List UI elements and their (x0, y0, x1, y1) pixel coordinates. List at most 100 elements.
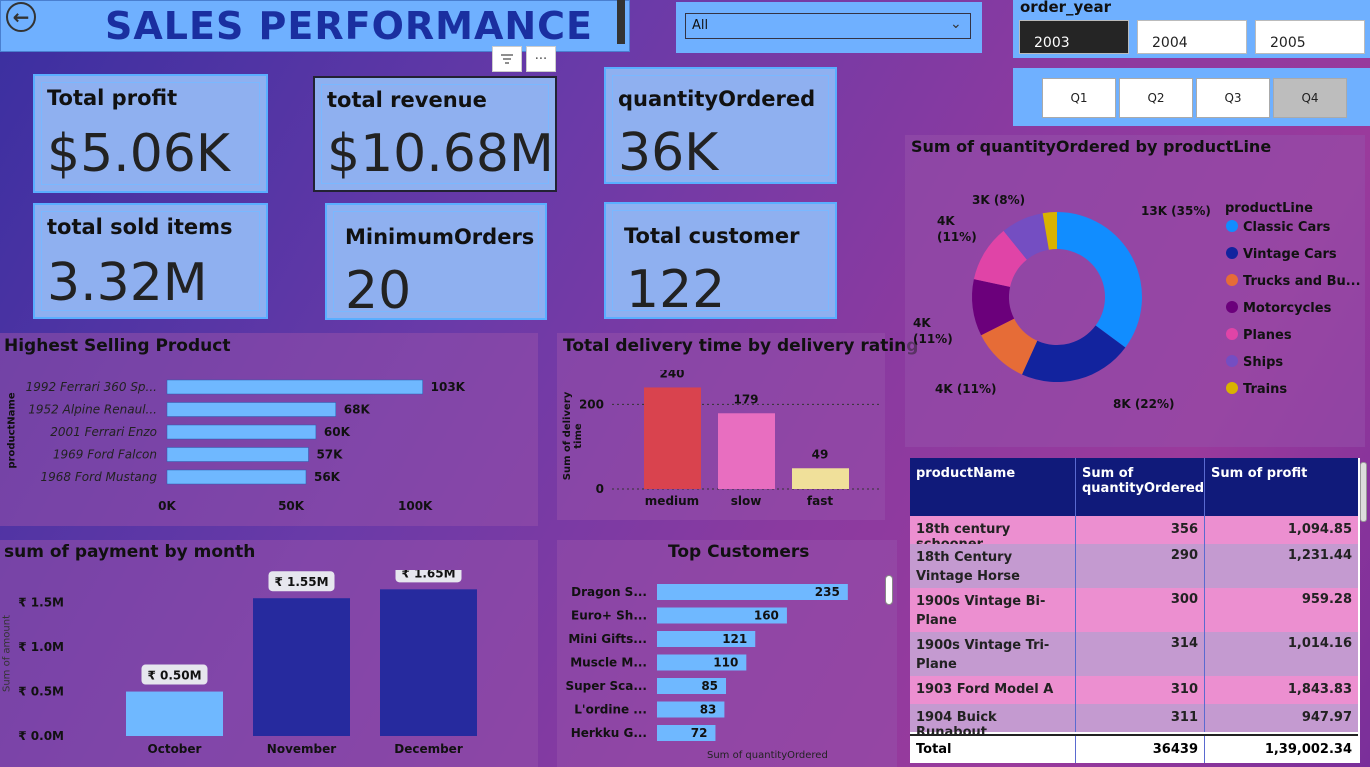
kpi-card-total-profit[interactable]: Total profit $5.06K (33, 74, 268, 193)
data-label: 83 (700, 703, 717, 717)
kpi-label: quantityOrdered (618, 87, 816, 111)
category-label: Muscle M... (570, 656, 647, 670)
category-label: December (394, 742, 463, 756)
quarter-option-q1[interactable]: Q1 (1042, 78, 1116, 118)
data-label: 103K (431, 380, 466, 394)
kpi-label: Total customer (624, 224, 800, 248)
cell-product: 18th Century Vintage Horse Carriage (910, 544, 1076, 603)
cell-product: 1900s Vintage Bi-Plane (910, 588, 1076, 632)
tick-label: 200 (580, 397, 604, 411)
category-label: Euro+ Sh... (571, 609, 647, 623)
product-table[interactable]: productName Sum of quantityOrdered Sum o… (910, 458, 1360, 763)
table-row[interactable]: 1900s Vintage Tri-Plane 314 1,014.16 (910, 632, 1358, 676)
bar (166, 424, 317, 440)
bar (166, 469, 307, 485)
cell-profit: 947.97 (1301, 710, 1352, 725)
data-label: ₹ 1.65M (401, 570, 455, 580)
category-label: L'ordine ... (574, 703, 647, 717)
kpi-label: total revenue (327, 88, 487, 112)
year-option-2003[interactable]: 2003 (1019, 20, 1129, 54)
tick-label: 0K (158, 499, 176, 513)
cell-quantity: 310 (1076, 676, 1205, 704)
cell-quantity: 314 (1076, 632, 1205, 676)
cell-profit: 1,843.83 (1287, 682, 1352, 697)
kpi-card-total-sold-items[interactable]: total sold items 3.32M (33, 203, 268, 319)
data-label: 110 (713, 656, 738, 670)
legend-item: Planes (1243, 328, 1292, 343)
table-row[interactable]: 1900s Vintage Bi-Plane 300 959.28 (910, 588, 1358, 632)
bar (166, 447, 309, 462)
chart-title: Total delivery time by delivery rating (563, 336, 919, 356)
bar (644, 387, 701, 489)
category-label: Super Sca... (565, 679, 647, 693)
column-header[interactable]: productName (910, 458, 1076, 516)
legend-item: Vintage Cars (1243, 247, 1337, 262)
dropdown-value: All (692, 18, 709, 33)
data-label: 179 (733, 392, 758, 406)
tick-label: 50K (278, 499, 305, 513)
chevron-down-icon[interactable]: ⌄ (950, 16, 962, 32)
legend-marker (1226, 328, 1238, 340)
bar (166, 379, 423, 395)
data-label: 57K (316, 448, 343, 462)
year-option-2005[interactable]: 2005 (1255, 20, 1365, 54)
cell-product: 18th century schooner (910, 516, 1076, 552)
quarter-option-q3[interactable]: Q3 (1196, 78, 1270, 118)
year-option-2004[interactable]: 2004 (1137, 20, 1247, 54)
legend-item: Ships (1243, 355, 1283, 370)
slice-label: 4K (11%) (935, 382, 997, 396)
quarter-option-q2[interactable]: Q2 (1119, 78, 1193, 118)
kpi-label: total sold items (47, 215, 233, 239)
legend-marker (1226, 247, 1238, 259)
payment-by-month-chart: ₹ 0.0M ₹ 0.5M ₹ 1.0M ₹ 1.5M ₹ 0.50M October ₹ … (18, 570, 477, 756)
kpi-card-total-customer[interactable]: Total customer 122 (604, 202, 837, 320)
bar (718, 413, 775, 489)
tick-label: ₹ 1.5M (18, 596, 64, 610)
column-header[interactable]: Sum of profit (1205, 458, 1358, 516)
kpi-card-minimum-orders[interactable]: MinimumOrders 20 (325, 203, 547, 321)
category-label: 2001 Ferrari Enzo (50, 425, 157, 439)
filter-dropdown[interactable]: All (685, 13, 971, 39)
cell-profit: 1,014.16 (1287, 636, 1352, 651)
bar (792, 468, 849, 489)
more-options-icon[interactable]: ··· (526, 46, 556, 72)
kpi-value: 20 (345, 261, 412, 321)
kpi-label: Total profit (47, 86, 178, 110)
table-row[interactable]: 1904 Buick Runabout 311 947.97 (910, 704, 1358, 740)
bar (380, 589, 477, 736)
table-scrollbar[interactable] (1360, 462, 1367, 522)
kpi-card-quantity-ordered[interactable]: quantityOrdered 36K (604, 67, 837, 184)
data-label: 85 (701, 679, 718, 693)
bar (166, 402, 337, 417)
data-label: 68K (344, 403, 371, 417)
table-row[interactable]: 18th century schooner 356 1,094.85 (910, 516, 1358, 552)
category-label: fast (807, 494, 833, 508)
kpi-card-total-revenue[interactable]: total revenue $10.68M (313, 76, 557, 192)
quarter-option-q4[interactable]: Q4 (1273, 78, 1347, 118)
data-label: 121 (722, 632, 747, 646)
data-label: 56K (314, 470, 341, 484)
cell-quantity: 290 (1076, 544, 1205, 588)
tick-label: ₹ 0.0M (18, 729, 64, 743)
top-customers-chart: Dragon S... 235 Euro+ Sh... 160 Mini Gifts..… (565, 584, 848, 741)
cell-total-label: Total (910, 736, 1076, 763)
category-label: slow (731, 494, 762, 508)
title-scrollbar[interactable] (617, 0, 625, 44)
column-header[interactable]: Sum of quantityOrdered (1076, 458, 1205, 516)
legend-title: productLine (1225, 201, 1313, 216)
category-label: 1969 Ford Falcon (53, 448, 157, 462)
legend-marker (1226, 382, 1238, 394)
cell-profit: 1,094.85 (1287, 522, 1352, 537)
slice-label: 3K (8%) (972, 193, 1025, 207)
cell-product: 1904 Buick Runabout (910, 704, 1076, 740)
category-label: Mini Gifts... (568, 632, 647, 646)
table-row[interactable]: 1903 Ford Model A 310 1,843.83 (910, 676, 1358, 704)
filter-icon[interactable] (492, 46, 522, 72)
legend-marker (1226, 220, 1238, 232)
cell-total-quantity: 36439 (1076, 736, 1205, 763)
table-row[interactable]: 18th Century Vintage Horse Carriage 290 … (910, 544, 1358, 603)
cell-profit: 1,231.44 (1287, 548, 1352, 563)
scrollbar[interactable] (885, 575, 893, 605)
back-arrow-icon[interactable]: ← (6, 2, 36, 32)
legend-marker (1226, 274, 1238, 286)
